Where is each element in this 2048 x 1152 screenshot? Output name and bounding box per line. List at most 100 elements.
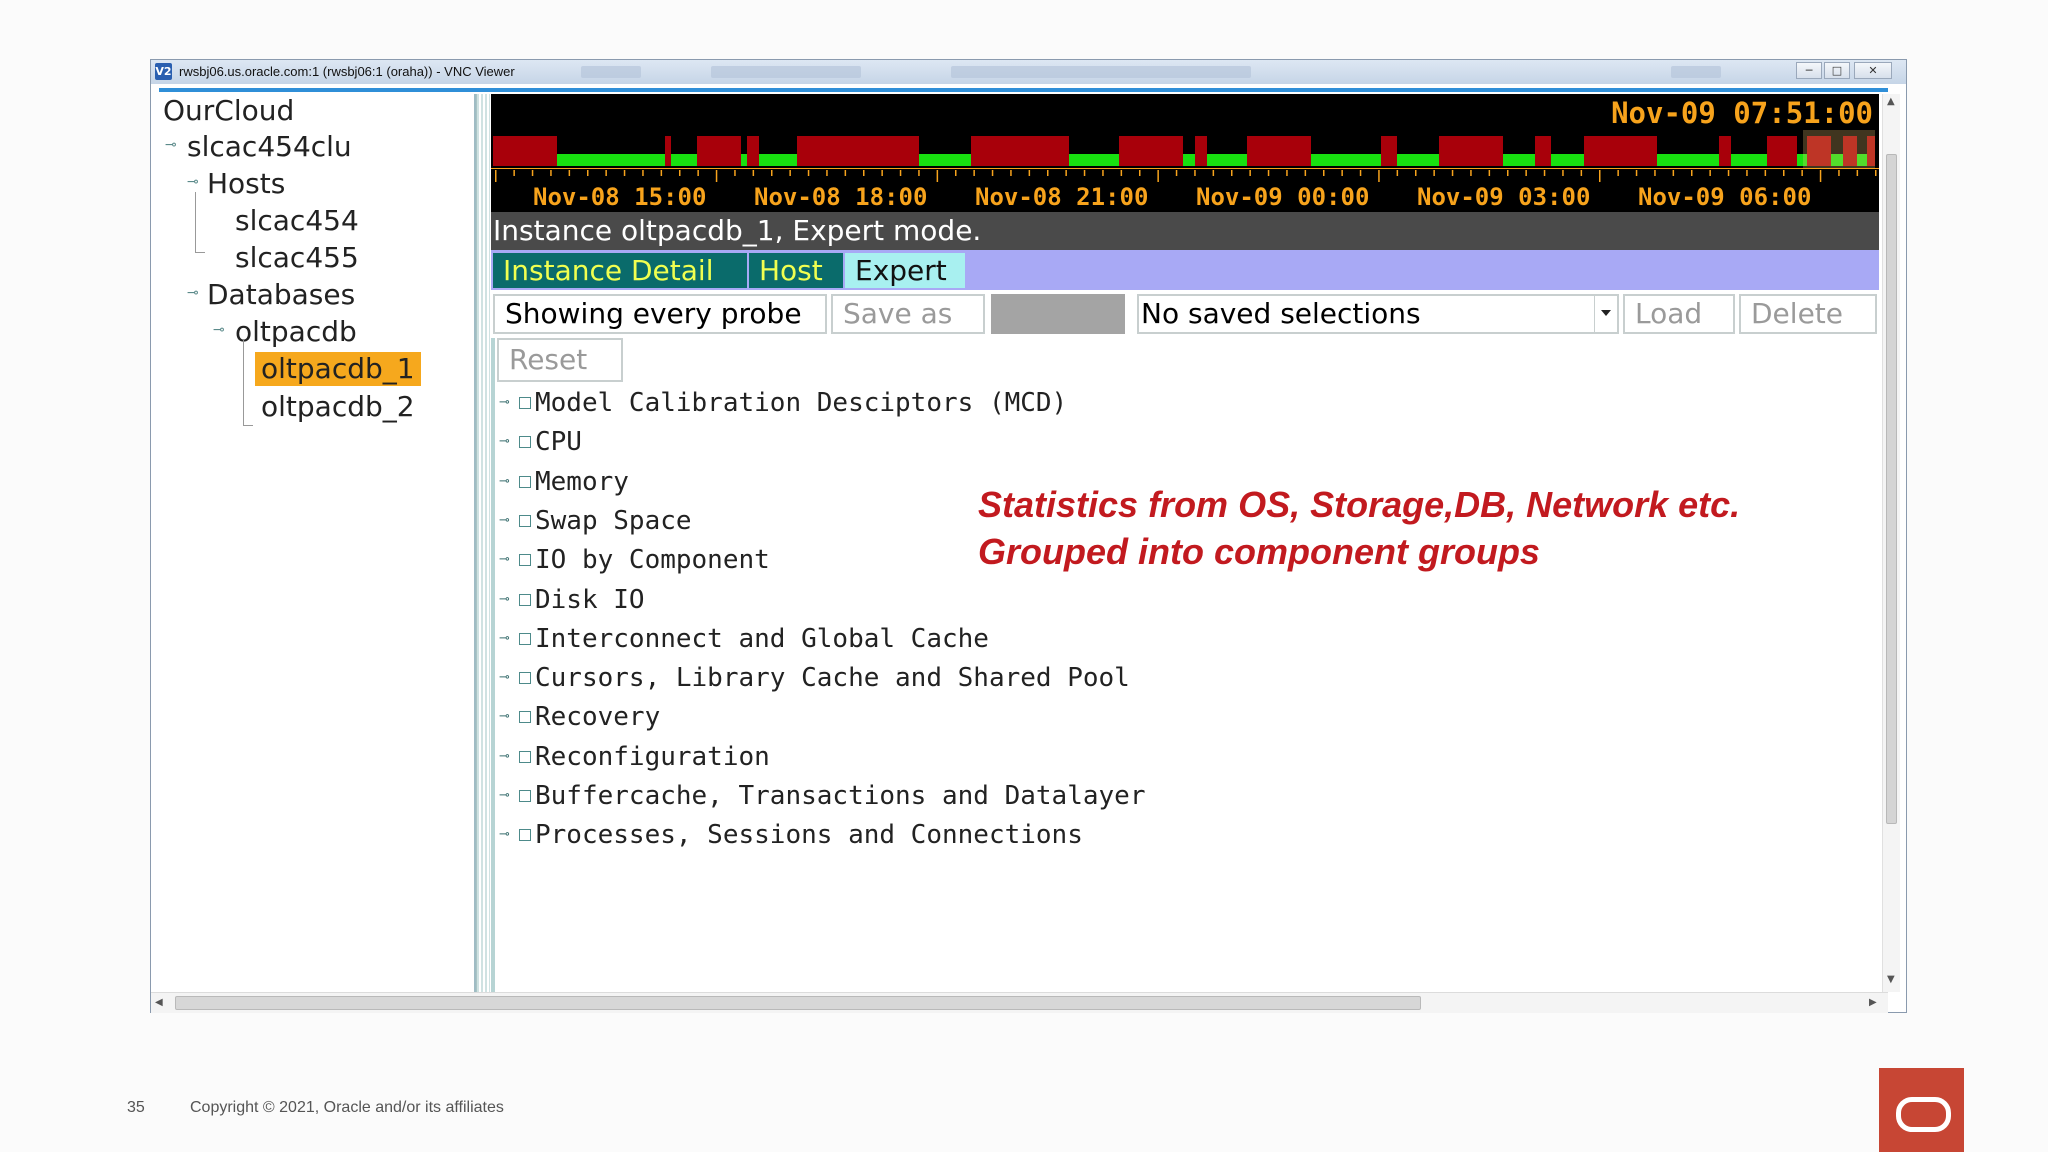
expand-icon[interactable]: ⊸ bbox=[499, 788, 510, 803]
scroll-down-icon[interactable]: ▼ bbox=[1887, 974, 1895, 985]
timeline-tick bbox=[1819, 170, 1822, 182]
timeline-ok-bar bbox=[1207, 154, 1247, 166]
timeline-tick bbox=[1746, 170, 1748, 176]
background-tab bbox=[711, 66, 861, 78]
timeline-tick bbox=[1341, 170, 1343, 176]
expand-icon[interactable]: ⊸ bbox=[187, 286, 199, 300]
component-label: Swap Space bbox=[535, 505, 692, 536]
timeline-tick bbox=[807, 170, 810, 176]
tree-instance[interactable]: oltpacdb_2 bbox=[261, 390, 415, 424]
saved-selections-dropdown[interactable]: No saved selections bbox=[1137, 294, 1619, 334]
delete-button[interactable]: Delete bbox=[1739, 294, 1877, 334]
expand-icon[interactable]: ⊸ bbox=[499, 434, 510, 449]
tab-instance-detail[interactable]: Instance Detail bbox=[493, 253, 747, 288]
expand-icon[interactable]: ⊸ bbox=[499, 513, 510, 528]
timeline-ok-bar bbox=[741, 154, 747, 166]
vertical-scrollbar[interactable]: ▲ ▼ bbox=[1882, 94, 1900, 992]
tree-database[interactable]: oltpacdb bbox=[235, 315, 357, 349]
expand-icon[interactable]: ⊸ bbox=[499, 395, 510, 410]
panel-splitter[interactable] bbox=[476, 94, 490, 992]
expand-icon[interactable]: ⊸ bbox=[499, 709, 510, 724]
component-checkbox[interactable] bbox=[519, 711, 531, 724]
tree-instance-selected[interactable]: oltpacdb_1 bbox=[255, 352, 421, 386]
component-checkbox[interactable] bbox=[519, 514, 531, 527]
component-checkbox[interactable] bbox=[519, 829, 531, 842]
tree-host-item[interactable]: slcac454 bbox=[235, 204, 359, 238]
timeline-tick bbox=[1838, 170, 1840, 176]
expand-icon[interactable]: ⊸ bbox=[499, 552, 510, 567]
component-label: IO by Component bbox=[535, 545, 770, 576]
tab-expert[interactable]: Expert bbox=[845, 253, 965, 288]
component-checkbox[interactable] bbox=[519, 672, 531, 685]
save-as-button[interactable]: Save as bbox=[831, 294, 985, 334]
window-titlebar[interactable]: V2 rwsbj06.us.oracle.com:1 (rwsbj06:1 (o… bbox=[151, 60, 1906, 84]
callout-line: Grouped into component groups bbox=[978, 531, 1540, 572]
expand-icon[interactable]: ⊸ bbox=[165, 138, 177, 152]
timeline-ok-bar bbox=[629, 154, 665, 166]
timeline-alert-bar bbox=[1381, 136, 1397, 166]
timeline-tick bbox=[1580, 170, 1583, 176]
timeline-tick bbox=[1194, 170, 1196, 176]
tab-host[interactable]: Host bbox=[749, 253, 843, 288]
tree-connector bbox=[195, 192, 196, 252]
component-checkbox[interactable] bbox=[519, 436, 531, 449]
timeline-tick bbox=[863, 170, 865, 176]
expand-icon[interactable]: ⊸ bbox=[499, 670, 510, 685]
scroll-up-icon[interactable]: ▲ bbox=[1887, 96, 1895, 107]
tree-hosts[interactable]: Hosts bbox=[207, 167, 285, 201]
component-checkbox[interactable] bbox=[519, 593, 531, 606]
timeline-tick bbox=[991, 170, 994, 176]
timeline-tick bbox=[1359, 170, 1362, 176]
timeline-alert-bar bbox=[1247, 136, 1311, 166]
component-label: Model Calibration Desciptors (MCD) bbox=[535, 388, 1068, 418]
component-checkbox[interactable] bbox=[519, 397, 531, 409]
tree-cluster[interactable]: slcac454clu bbox=[187, 130, 352, 164]
timeline-strip[interactable]: Nov-09 07:51:00 Nov-08 15:00 Nov-08 18:0… bbox=[491, 94, 1879, 212]
load-button[interactable]: Load bbox=[1623, 294, 1735, 334]
reset-button[interactable]: Reset bbox=[497, 338, 623, 382]
timeline-tick bbox=[1249, 170, 1251, 176]
timeline-tick bbox=[1065, 170, 1067, 176]
component-checkbox[interactable] bbox=[519, 554, 531, 567]
scroll-right-icon[interactable]: ▶ bbox=[1869, 997, 1877, 1008]
timeline-tick bbox=[1120, 170, 1123, 176]
timeline-tick bbox=[1801, 170, 1803, 176]
timeline-alert-bar bbox=[797, 136, 893, 166]
component-label: Processes, Sessions and Connections bbox=[535, 820, 1083, 851]
timeline-alert-bar bbox=[1489, 136, 1503, 166]
tree-root[interactable]: OurCloud bbox=[163, 94, 294, 128]
component-checkbox[interactable] bbox=[519, 475, 531, 488]
expand-icon[interactable]: ⊸ bbox=[499, 631, 510, 646]
close-button[interactable]: ✕ bbox=[1854, 62, 1892, 79]
component-label: Recovery bbox=[535, 702, 661, 733]
tab-bar: Instance Detail Host Expert bbox=[491, 250, 1879, 290]
timeline-tick bbox=[1783, 170, 1785, 176]
tree-databases[interactable]: Databases bbox=[207, 278, 355, 312]
chevron-down-icon[interactable] bbox=[1594, 296, 1617, 332]
timeline-tick bbox=[1654, 170, 1656, 176]
expand-icon[interactable]: ⊸ bbox=[213, 323, 225, 337]
timeline-tick bbox=[1764, 170, 1767, 176]
minimize-button[interactable]: ─ bbox=[1796, 62, 1822, 79]
component-checkbox[interactable] bbox=[519, 790, 531, 802]
vertical-scroll-thumb[interactable] bbox=[1886, 154, 1897, 824]
timeline-tick bbox=[531, 170, 534, 176]
expert-toolbar: Showing every probe Save as No saved sel… bbox=[491, 290, 1879, 338]
probe-filter-button[interactable]: Showing every probe bbox=[493, 294, 827, 334]
timeline-tick bbox=[679, 170, 681, 176]
tree-host-item[interactable]: slcac455 bbox=[235, 241, 359, 275]
expand-icon[interactable]: ⊸ bbox=[187, 175, 199, 189]
expand-icon[interactable]: ⊸ bbox=[499, 827, 510, 842]
timeline-ok-bar bbox=[759, 154, 797, 166]
expand-icon[interactable]: ⊸ bbox=[499, 592, 510, 607]
component-checkbox[interactable] bbox=[519, 750, 531, 763]
component-checkbox[interactable] bbox=[519, 632, 531, 645]
maximize-button[interactable]: □ bbox=[1824, 62, 1850, 79]
scroll-left-icon[interactable]: ◀ bbox=[155, 997, 163, 1008]
horizontal-scroll-thumb[interactable] bbox=[175, 996, 1421, 1010]
expand-icon[interactable]: ⊸ bbox=[499, 749, 510, 764]
expand-icon[interactable]: ⊸ bbox=[499, 474, 510, 489]
horizontal-scrollbar[interactable]: ◀ ▶ bbox=[151, 992, 1888, 1013]
background-tab bbox=[1671, 66, 1721, 78]
saved-selections-value: No saved selections bbox=[1141, 297, 1421, 330]
